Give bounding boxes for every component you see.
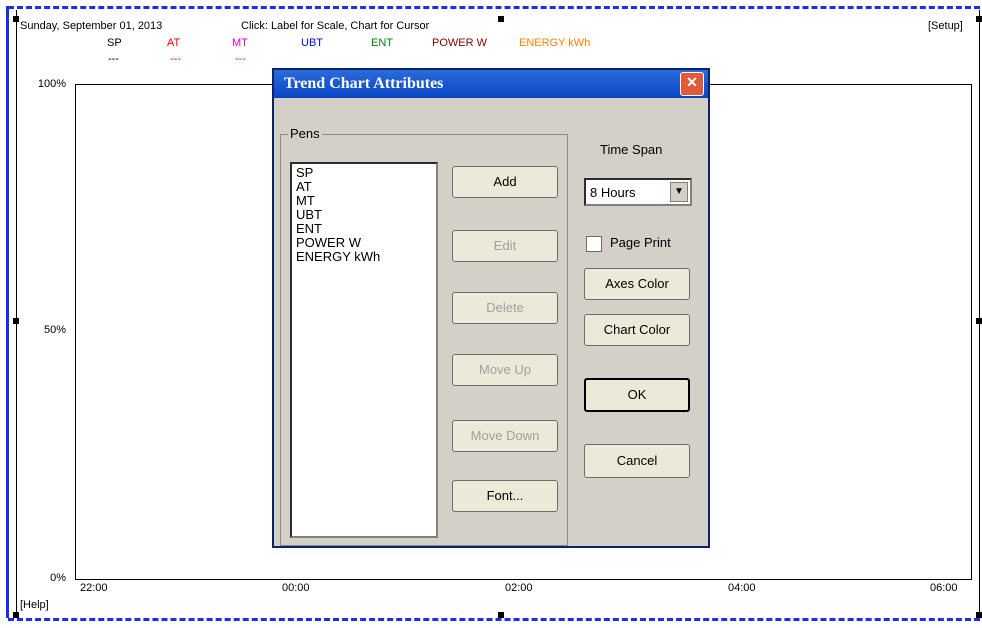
list-item[interactable]: UBT (296, 208, 432, 222)
legend-pen-power[interactable]: POWER W (432, 37, 487, 49)
page-print-label[interactable]: Page Print (610, 235, 671, 250)
list-item[interactable]: ENERGY kWh (296, 250, 432, 264)
chart-color-button[interactable]: Chart Color (584, 314, 690, 346)
chart-hint: Click: Label for Scale, Chart for Cursor (241, 20, 430, 32)
move-up-button[interactable]: Move Up (452, 354, 558, 386)
legend-value-sp: --- (108, 53, 119, 65)
x-tick-2200: 22:00 (80, 582, 108, 594)
legend-pen-at[interactable]: AT (167, 37, 180, 49)
list-item[interactable]: POWER W (296, 236, 432, 250)
y-tick-50[interactable]: 50% (26, 324, 66, 336)
font-button[interactable]: Font... (452, 480, 558, 512)
close-icon[interactable]: ✕ (680, 72, 704, 96)
y-tick-100[interactable]: 100% (26, 78, 66, 90)
legend-value-at: --- (170, 53, 181, 65)
time-span-label: Time Span (600, 142, 663, 157)
selection-frame-left (6, 6, 9, 618)
move-down-button[interactable]: Move Down (452, 420, 558, 452)
selection-frame-bottom (8, 618, 980, 621)
ok-button[interactable]: OK (584, 378, 690, 412)
selection-frame-top (8, 6, 980, 9)
x-tick-0200: 02:00 (505, 582, 533, 594)
legend-pen-ubt[interactable]: UBT (301, 37, 323, 49)
x-tick-0000: 00:00 (282, 582, 310, 594)
trend-chart-attributes-dialog: Trend Chart Attributes ✕ Pens SP AT MT U… (272, 68, 710, 548)
chart-date: Sunday, September 01, 2013 (20, 20, 163, 32)
dialog-title: Trend Chart Attributes (284, 75, 444, 92)
setup-link[interactable]: [Setup] (928, 20, 963, 32)
page-print-checkbox[interactable] (586, 236, 602, 252)
axes-color-button[interactable]: Axes Color (584, 268, 690, 300)
x-tick-0400: 04:00 (728, 582, 756, 594)
list-item[interactable]: AT (296, 180, 432, 194)
legend-pen-energy[interactable]: ENERGY kWh (519, 37, 590, 49)
dialog-titlebar[interactable]: Trend Chart Attributes ✕ (274, 70, 708, 98)
list-item[interactable]: ENT (296, 222, 432, 236)
time-span-value: 8 Hours (590, 185, 636, 200)
list-item[interactable]: SP (296, 166, 432, 180)
list-item[interactable]: MT (296, 194, 432, 208)
time-span-select[interactable]: 8 Hours ▼ (584, 178, 692, 206)
legend-pen-mt[interactable]: MT (232, 37, 248, 49)
chevron-down-icon[interactable]: ▼ (670, 182, 688, 202)
delete-button[interactable]: Delete (452, 292, 558, 324)
legend-pen-sp[interactable]: SP (107, 37, 122, 49)
pens-label: Pens (288, 126, 322, 141)
legend-pen-ent[interactable]: ENT (371, 37, 393, 49)
add-button[interactable]: Add (452, 166, 558, 198)
legend-value-mt: --- (235, 53, 246, 65)
edit-button[interactable]: Edit (452, 230, 558, 262)
help-link[interactable]: [Help] (20, 599, 49, 611)
y-tick-0[interactable]: 0% (26, 572, 66, 584)
x-tick-0600: 06:00 (930, 582, 958, 594)
pens-list[interactable]: SP AT MT UBT ENT POWER W ENERGY kWh (290, 162, 438, 538)
cancel-button[interactable]: Cancel (584, 444, 690, 478)
